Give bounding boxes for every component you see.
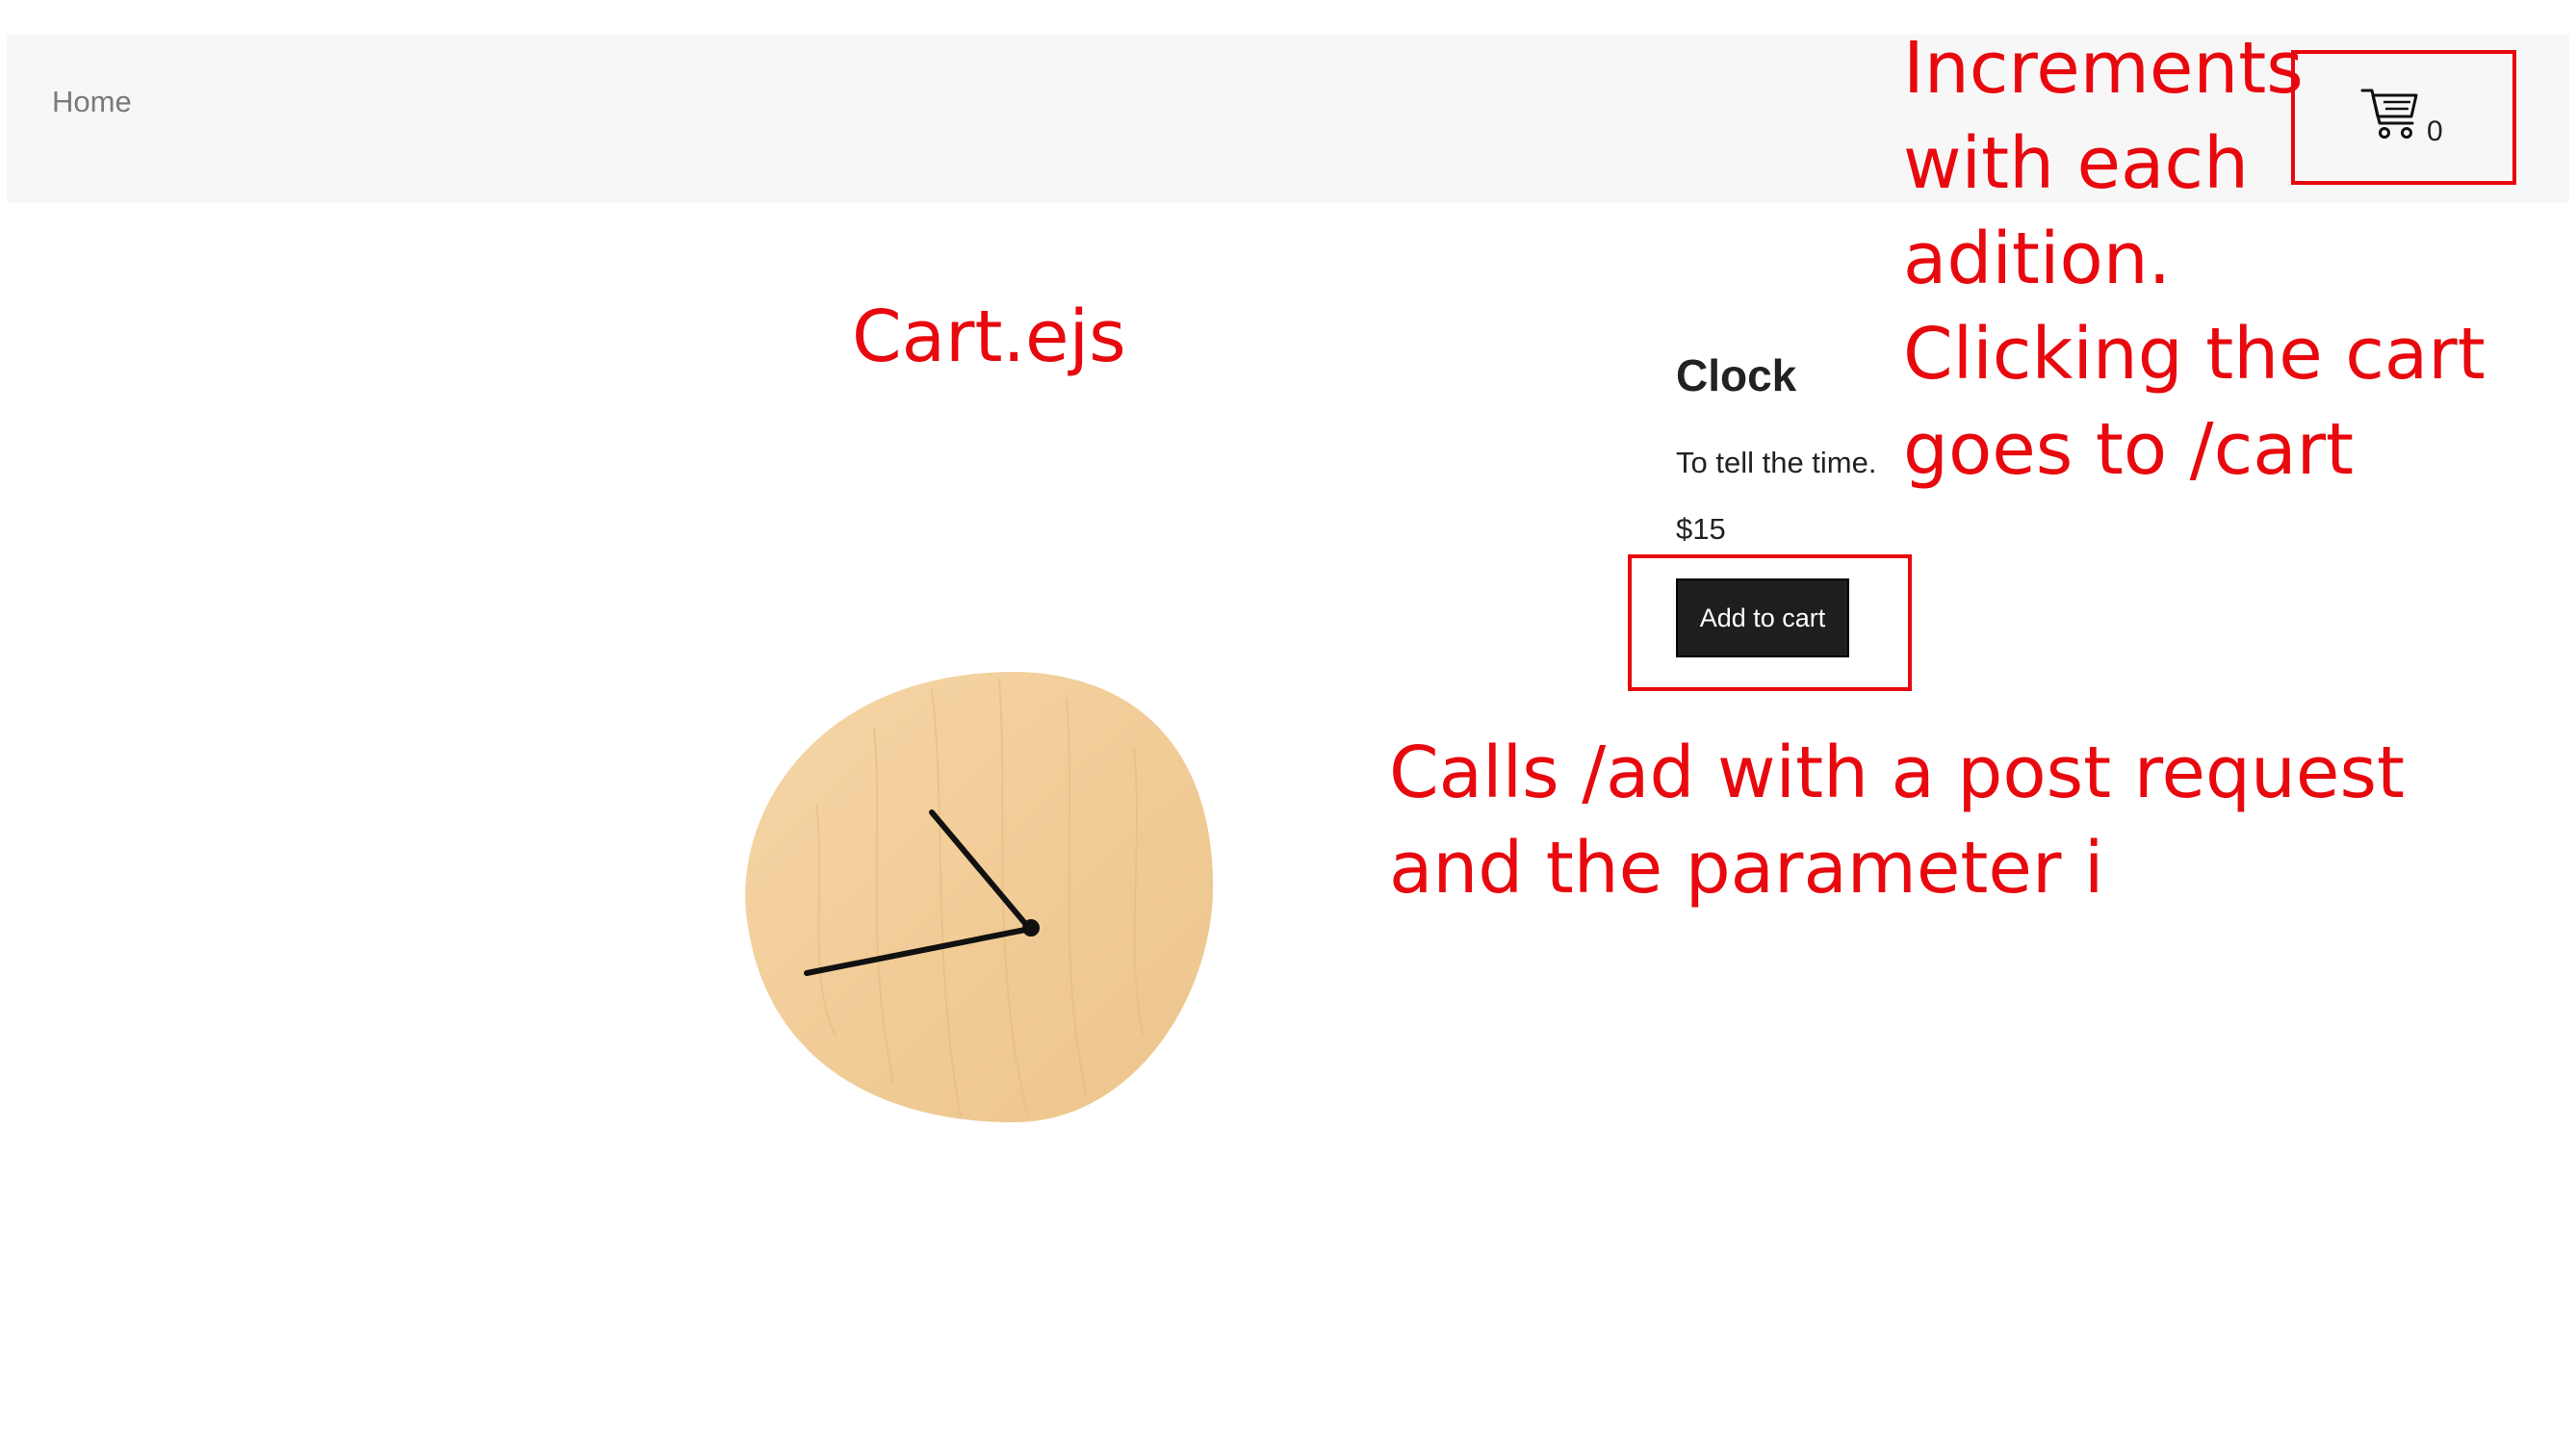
annotation-button-highlight-box [1628, 554, 1912, 691]
product-image [745, 671, 1214, 1122]
annotation-button-note: Calls /ad with a post request and the pa… [1389, 732, 2406, 910]
product-description: To tell the time. [1676, 446, 1877, 479]
annotation-cart-highlight-box [2291, 50, 2516, 185]
annotation-file-label: Cart.ejs [852, 295, 1126, 378]
nav-home-link[interactable]: Home [52, 85, 132, 119]
product-title: Clock [1676, 350, 1797, 400]
product-price: $15 [1676, 512, 1726, 546]
